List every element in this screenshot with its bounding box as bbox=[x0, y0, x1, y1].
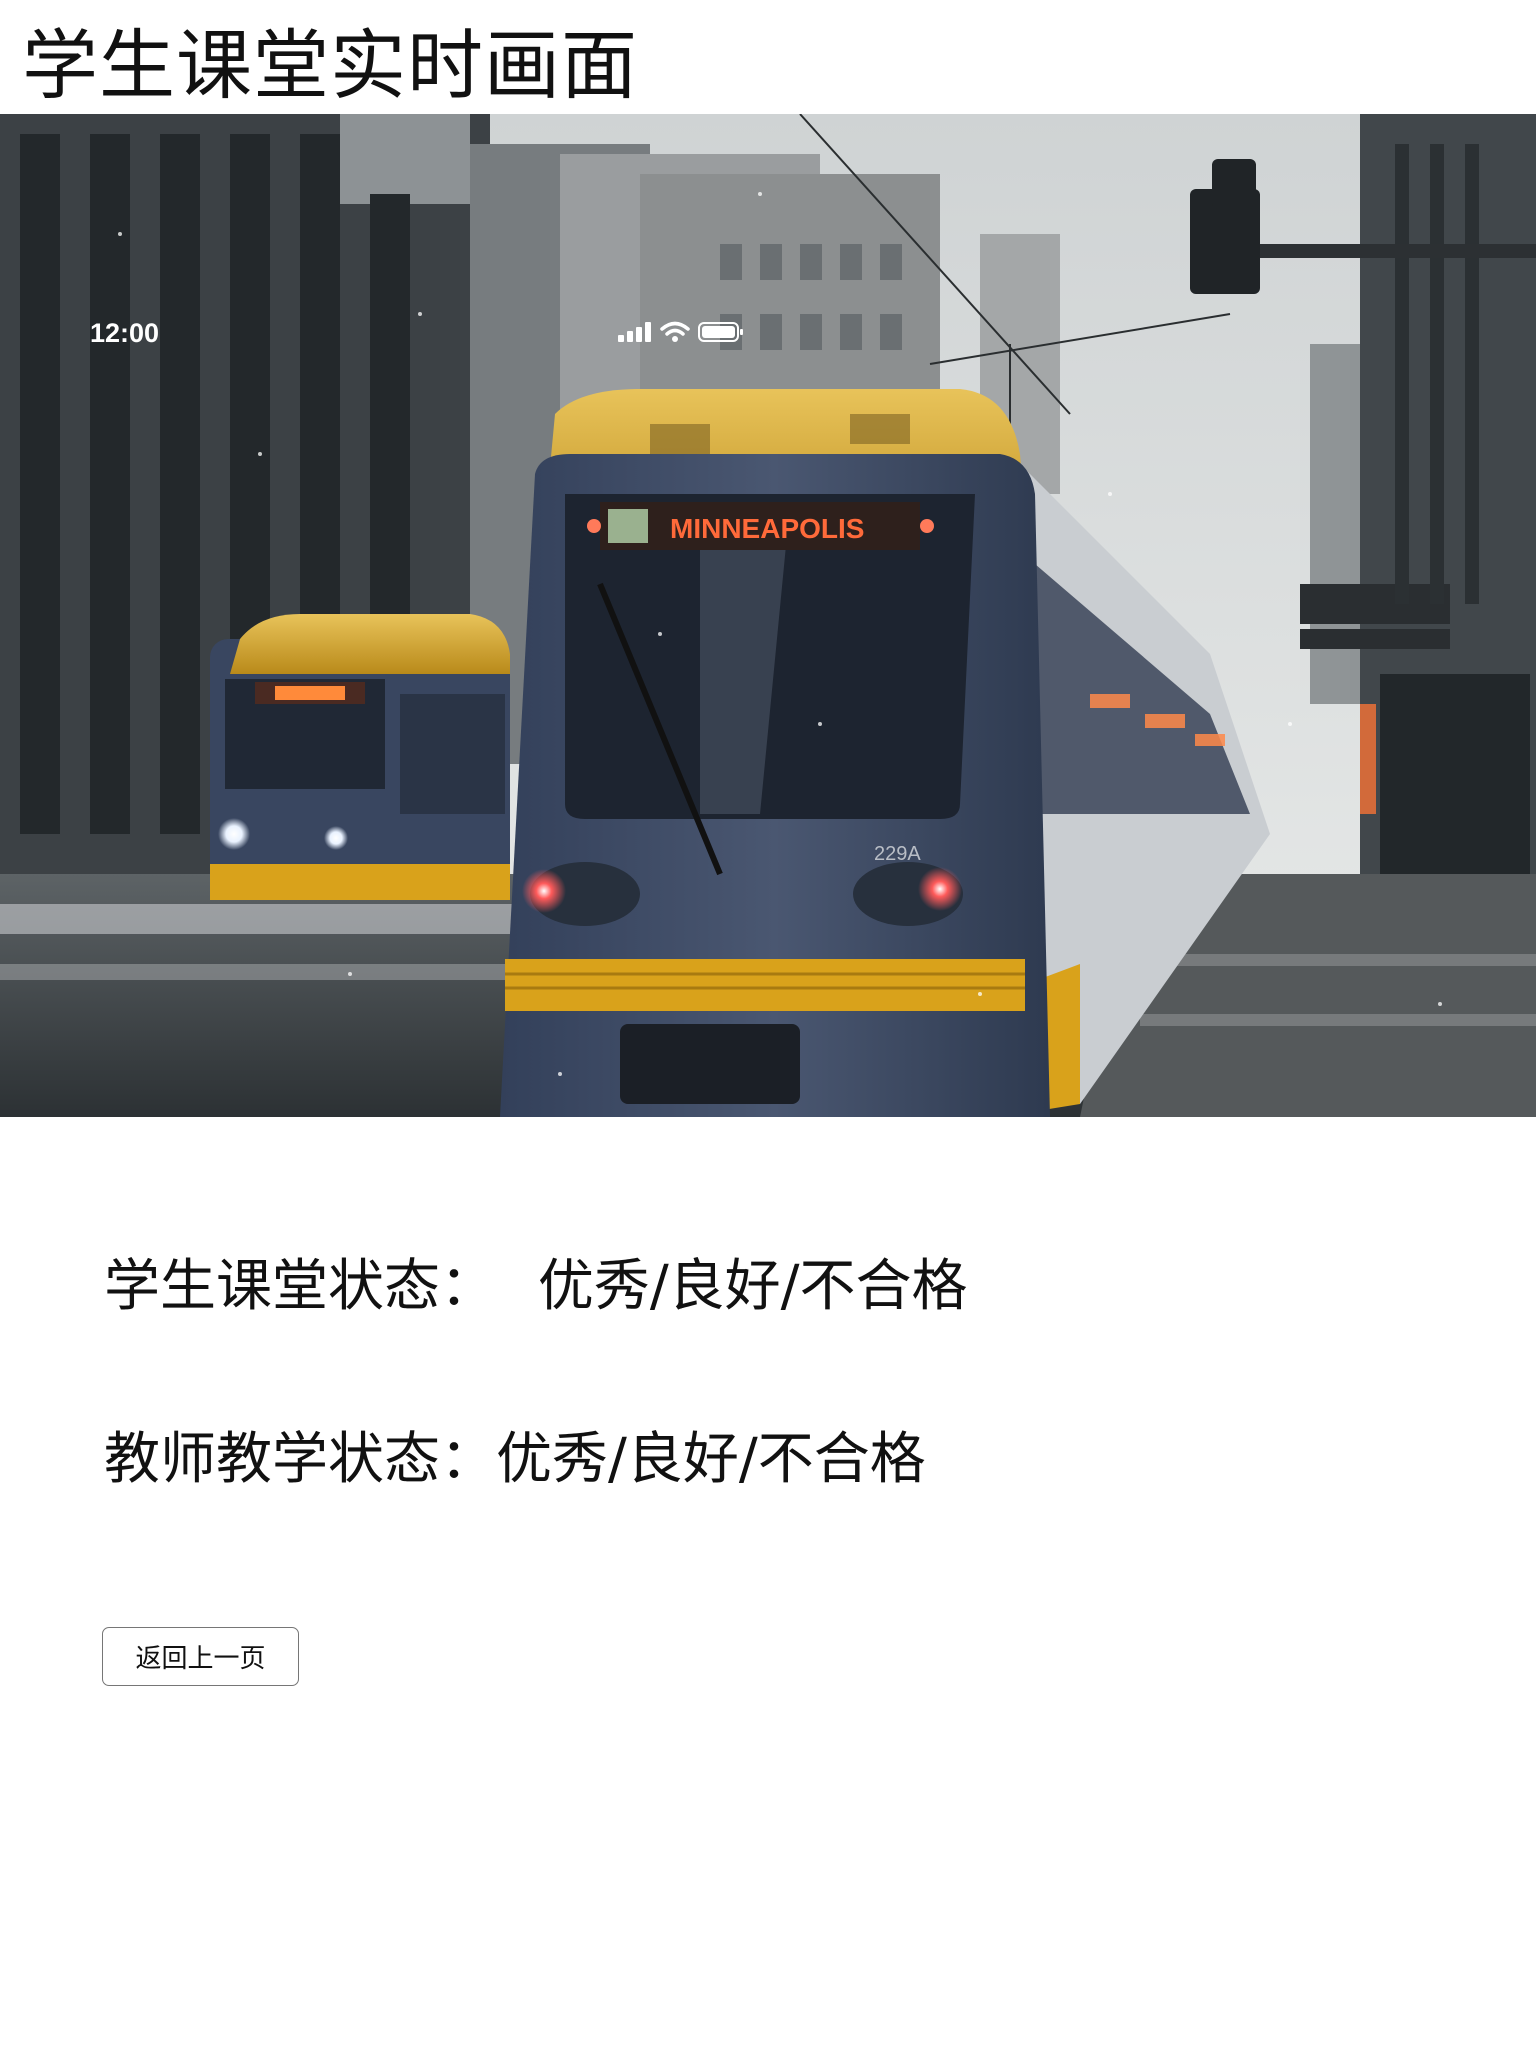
destination-sign-text: MINNEAPOLIS bbox=[670, 513, 864, 544]
vehicle-number-text: 229A bbox=[874, 843, 921, 865]
teacher-teaching-status: 教师教学状态：优秀/良好/不合格 bbox=[104, 1425, 926, 1495]
back-button[interactable]: 返回上一页 bbox=[102, 1627, 299, 1686]
student-status-options[interactable]: 优秀/良好/不合格 bbox=[538, 1254, 968, 1319]
student-status-label: 学生课堂状态： bbox=[104, 1254, 496, 1319]
status-bar-time: 12:00 bbox=[90, 318, 160, 348]
cellular-signal-icon bbox=[618, 322, 651, 342]
status-bar-icons bbox=[618, 318, 744, 346]
teacher-status-options[interactable]: 优秀/良好/不合格 bbox=[496, 1427, 926, 1492]
video-frame-image: MINNEAPOLIS 229A bbox=[0, 114, 1536, 1117]
wifi-icon bbox=[660, 321, 690, 342]
battery-icon bbox=[698, 322, 743, 342]
student-classroom-status: 学生课堂状态： 优秀/良好/不合格 bbox=[104, 1252, 968, 1322]
page-title: 学生课堂实时画面 bbox=[22, 21, 638, 110]
classroom-video-feed[interactable]: MINNEAPOLIS 229A bbox=[0, 114, 1536, 1117]
teacher-status-label: 教师教学状态： bbox=[104, 1427, 496, 1492]
